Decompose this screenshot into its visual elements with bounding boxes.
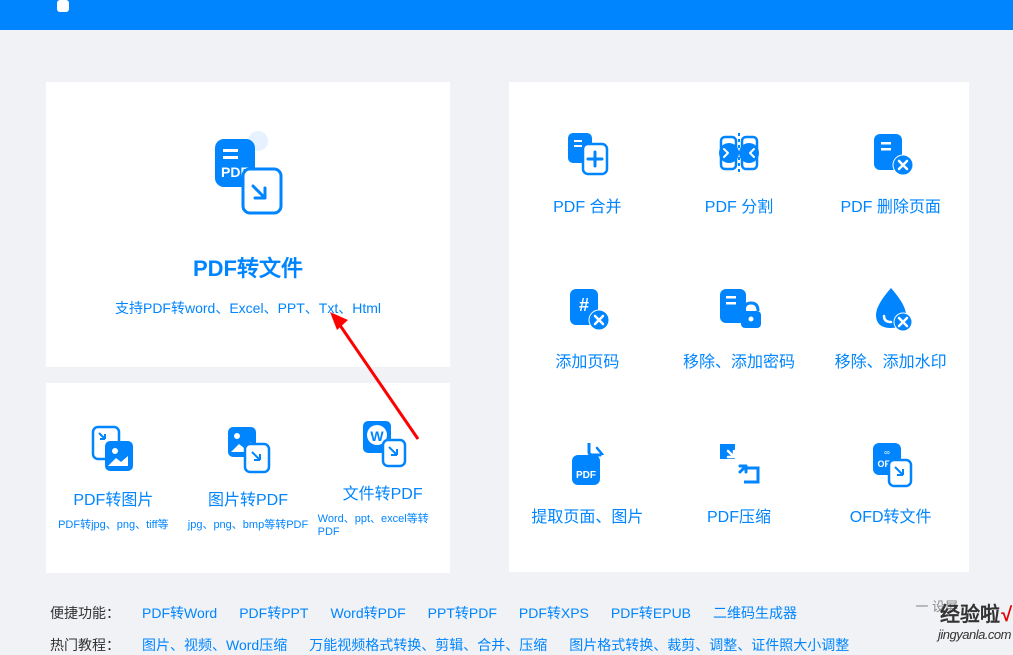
left-tools-row: PDF转图片 PDF转jpg、png、tiff等 图片转PDF jpg、png、… <box>46 383 450 573</box>
file-to-pdf-item[interactable]: W 文件转PDF Word、ppt、excel等转PDF <box>318 418 448 538</box>
item-title: 文件转PDF <box>343 480 423 504</box>
item-title: 移除、添加水印 <box>835 348 947 372</box>
item-title: PDF 分割 <box>705 193 773 217</box>
pdf-delete-page-item[interactable]: PDF 删除页面 <box>822 102 959 242</box>
hero-subtitle: 支持PDF转word、Excel、PPT、Txt、Html <box>115 298 381 318</box>
item-title: OFD转文件 <box>850 503 932 527</box>
password-icon <box>714 283 764 333</box>
item-title: PDF转图片 <box>73 486 153 510</box>
quick-link[interactable]: Word转PDF <box>330 603 405 623</box>
item-title: PDF压缩 <box>707 503 771 527</box>
page-number-icon: # <box>562 283 612 333</box>
item-title: 移除、添加密码 <box>683 348 795 372</box>
pdf-merge-item[interactable]: PDF 合并 <box>519 102 656 242</box>
item-title: PDF 删除页面 <box>840 193 940 217</box>
quick-link[interactable]: PDF转Word <box>142 603 217 623</box>
pdf-split-item[interactable]: PDF 分割 <box>671 102 808 242</box>
pdf-to-image-item[interactable]: PDF转图片 PDF转jpg、png、tiff等 <box>48 424 178 532</box>
quick-links-row: 便捷功能： PDF转Word PDF转PPT Word转PDF PPT转PDF … <box>50 603 797 623</box>
quick-link[interactable]: PDF转XPS <box>519 603 589 623</box>
compress-icon <box>714 438 764 488</box>
pdf-tools-grid: PDF 合并 PDF 分割 <box>509 82 969 572</box>
header-dot <box>57 0 69 12</box>
links-label: 热门教程： <box>50 635 120 655</box>
item-subtitle: PDF转jpg、png、tiff等 <box>58 516 168 532</box>
password-item[interactable]: 移除、添加密码 <box>671 257 808 397</box>
quick-link[interactable]: PPT转PDF <box>428 603 497 623</box>
extract-item[interactable]: PDF 提取页面、图片 <box>519 412 656 552</box>
pdf-convert-icon: PDF <box>203 131 293 226</box>
item-title: 添加页码 <box>555 348 619 372</box>
item-title: 提取页面、图片 <box>531 503 643 527</box>
image-to-pdf-icon <box>223 424 273 474</box>
add-page-number-item[interactable]: # 添加页码 <box>519 257 656 397</box>
compress-item[interactable]: PDF压缩 <box>671 412 808 552</box>
pdf-split-icon <box>714 128 764 178</box>
pdf-to-file-hero[interactable]: PDF PDF转文件 支持PDF转word、Excel、PPT、Txt、Html <box>46 82 450 367</box>
pdf-to-image-icon <box>88 424 138 474</box>
watermark-item[interactable]: 移除、添加水印 <box>822 257 959 397</box>
tutorial-link[interactable]: 万能视频格式转换、剪辑、合并、压缩 <box>309 635 547 655</box>
svg-text:#: # <box>579 295 589 315</box>
quick-link[interactable]: PDF转EPUB <box>611 603 691 623</box>
quick-link[interactable]: PDF转PPT <box>239 603 308 623</box>
top-header-bar <box>0 0 1013 30</box>
tutorial-link[interactable]: 图片格式转换、裁剪、调整、证件照大小调整 <box>569 635 849 655</box>
extract-icon: PDF <box>562 438 612 488</box>
watermark-icon <box>866 283 916 333</box>
pdf-merge-icon <box>562 128 612 178</box>
item-title: PDF 合并 <box>553 193 621 217</box>
ofd-convert-item[interactable]: ∞ OFD OFD转文件 <box>822 412 959 552</box>
image-to-pdf-item[interactable]: 图片转PDF jpg、png、bmp等转PDF <box>183 424 313 532</box>
ofd-icon: ∞ OFD <box>866 438 916 488</box>
tutorial-links-row: 热门教程： 图片、视频、Word压缩 万能视频格式转换、剪辑、合并、压缩 图片格… <box>50 635 849 655</box>
item-subtitle: Word、ppt、excel等转PDF <box>318 510 448 538</box>
tutorial-link[interactable]: 图片、视频、Word压缩 <box>142 635 287 655</box>
site-watermark: 经验啦√ jingyanla.com <box>938 598 1011 642</box>
pdf-delete-icon <box>866 128 916 178</box>
item-title: 图片转PDF <box>208 486 288 510</box>
links-label: 便捷功能： <box>50 603 120 623</box>
quick-link[interactable]: 二维码生成器 <box>713 603 797 623</box>
svg-text:∞: ∞ <box>884 448 890 457</box>
svg-text:W: W <box>370 428 384 444</box>
svg-text:PDF: PDF <box>576 470 596 481</box>
file-to-pdf-icon: W <box>358 418 408 468</box>
main-content: PDF PDF转文件 支持PDF转word、Excel、PPT、Txt、Html… <box>0 30 1013 647</box>
hero-title: PDF转文件 <box>193 251 303 283</box>
item-subtitle: jpg、png、bmp等转PDF <box>188 516 308 532</box>
